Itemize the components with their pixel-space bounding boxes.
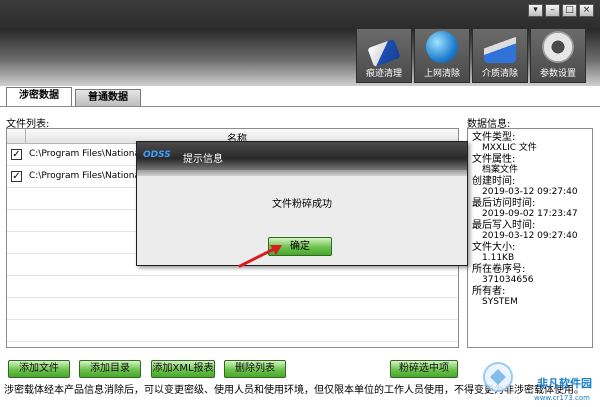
gear-icon: [542, 31, 574, 63]
internet-clean-label: 上网清除: [423, 69, 460, 79]
settings-button[interactable]: 参数设置: [530, 28, 586, 83]
info-value: 1.11KB: [482, 253, 515, 263]
row-checkbox[interactable]: ✓: [11, 171, 22, 182]
info-key: 文件大小:: [472, 242, 516, 253]
trace-clean-button[interactable]: 痕迹清理: [356, 28, 412, 83]
dialog-title: 提示信息: [183, 154, 223, 165]
internet-clean-button[interactable]: 上网清除: [414, 28, 470, 83]
empty-row: [7, 320, 458, 342]
info-value: MXXLIC 文件: [482, 143, 537, 153]
main-toolbar: 痕迹清理 上网清除 介质清除 参数设置: [356, 28, 586, 83]
media-clean-button[interactable]: 介质清除: [472, 28, 528, 83]
info-key: 文件类型:: [472, 132, 516, 143]
shred-selected-button[interactable]: 粉碎选中项: [390, 360, 458, 378]
minimize-button[interactable]: –: [545, 4, 560, 17]
file-path: C:\Program Files\National I: [29, 149, 148, 159]
info-value: 档案文件: [482, 165, 519, 175]
trace-clean-label: 痕迹清理: [365, 69, 402, 79]
info-value: 2019-03-12 09:27:40: [482, 231, 578, 241]
info-value: SYSTEM: [482, 297, 518, 307]
data-info-panel: 文件类型: MXXLIC 文件 文件属性: 档案文件 创建时间: 2019-03…: [467, 128, 593, 348]
tab-bar: 涉密数据 普通数据: [6, 87, 141, 106]
menu-button[interactable]: ▾: [528, 4, 543, 17]
window-controls: ▾ – □ ×: [528, 4, 594, 17]
eraser-icon: [367, 38, 401, 68]
watermark-url: www.cr173.com: [533, 394, 590, 402]
info-value: 371034656: [482, 275, 534, 285]
tab-normal-data[interactable]: 普通数据: [75, 89, 141, 106]
info-value: 2019-09-02 17:23:47: [482, 209, 578, 219]
tab-secret-data[interactable]: 涉密数据: [6, 87, 72, 106]
dialog-title-bar: ODSS 提示信息: [137, 142, 467, 170]
watermark-text: 非凡软件园: [537, 377, 592, 390]
info-key: 所在卷序号:: [472, 264, 526, 275]
row-checkbox[interactable]: ✓: [11, 149, 22, 160]
check-column-header[interactable]: [7, 129, 26, 143]
file-path: C:\Program Files\National I: [29, 171, 148, 181]
settings-label: 参数设置: [539, 69, 576, 79]
top-header: ▾ – □ × 痕迹清理 上网清除 介质清除 参数设置: [0, 0, 600, 86]
add-file-button[interactable]: 添加文件: [8, 360, 70, 378]
add-directory-button[interactable]: 添加目录: [79, 360, 141, 378]
info-key: 所有者:: [472, 286, 506, 297]
info-key: 最后访问时间:: [472, 198, 536, 209]
info-key: 最后写入时间:: [472, 220, 536, 231]
dialog-message: 文件粉碎成功: [272, 199, 332, 210]
empty-row: [7, 276, 458, 298]
odss-logo: ODSS: [143, 150, 171, 160]
media-clean-label: 介质清除: [481, 69, 518, 79]
info-value: 2019-03-12 09:27:40: [482, 187, 578, 197]
info-dialog: ODSS 提示信息 文件粉碎成功 确定: [136, 141, 468, 266]
info-key: 文件属性:: [472, 154, 516, 165]
info-key: 创建时间:: [472, 176, 516, 187]
close-button[interactable]: ×: [579, 4, 594, 17]
add-xml-report-button[interactable]: 添加XML报表: [151, 360, 215, 378]
broom-icon: [484, 31, 516, 63]
red-arrow-icon: [238, 245, 282, 268]
dialog-separator: [137, 170, 467, 176]
globe-icon: [426, 31, 458, 63]
delete-list-button[interactable]: 删除列表: [224, 360, 286, 378]
empty-row: [7, 298, 458, 320]
maximize-button[interactable]: □: [562, 4, 577, 17]
